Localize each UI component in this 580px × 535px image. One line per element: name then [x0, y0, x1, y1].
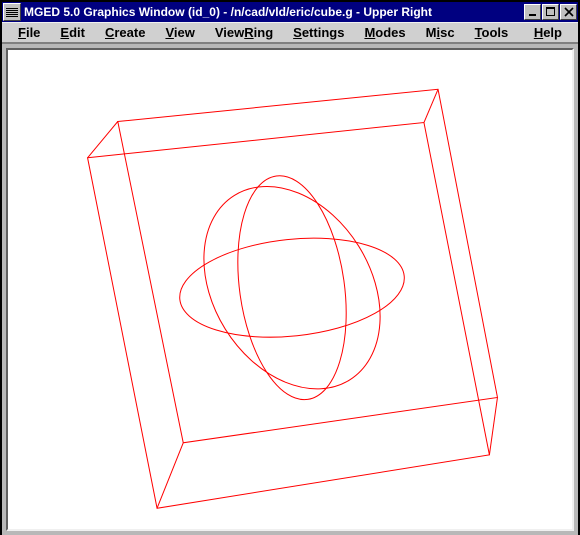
- app-window: MGED 5.0 Graphics Window (id_0) - /n/cad…: [0, 0, 580, 533]
- menu-edit[interactable]: Edit: [50, 23, 95, 42]
- title-view: Upper Right: [363, 5, 432, 19]
- menu-viewring[interactable]: ViewRing: [205, 23, 283, 42]
- content-border: [2, 44, 578, 535]
- close-button[interactable]: [560, 4, 577, 20]
- menu-file[interactable]: File: [8, 23, 50, 42]
- minimize-button[interactable]: [524, 4, 541, 20]
- system-menu-icon[interactable]: [3, 3, 21, 21]
- window-title: MGED 5.0 Graphics Window (id_0) - /n/cad…: [24, 5, 523, 19]
- menu-settings[interactable]: Settings: [283, 23, 354, 42]
- title-sep2: -: [353, 5, 364, 19]
- titlebar: MGED 5.0 Graphics Window (id_0) - /n/cad…: [2, 2, 578, 22]
- title-sep1: -: [220, 5, 231, 19]
- menu-help[interactable]: Help: [524, 23, 572, 42]
- window-controls: [523, 4, 578, 20]
- menu-misc[interactable]: Misc: [416, 23, 465, 42]
- menu-view[interactable]: View: [155, 23, 204, 42]
- title-path: /n/cad/vld/eric/cube.g: [231, 5, 353, 19]
- menu-modes[interactable]: Modes: [354, 23, 415, 42]
- viewport-frame: [6, 48, 574, 531]
- title-app: MGED 5.0 Graphics Window: [24, 5, 185, 19]
- title-session: (id_0): [188, 5, 220, 19]
- maximize-button[interactable]: [542, 4, 559, 20]
- menubar: File Edit Create View ViewRing Settings …: [2, 22, 578, 44]
- menu-tools[interactable]: Tools: [465, 23, 519, 42]
- menu-create[interactable]: Create: [95, 23, 155, 42]
- graphics-viewport[interactable]: [8, 50, 572, 529]
